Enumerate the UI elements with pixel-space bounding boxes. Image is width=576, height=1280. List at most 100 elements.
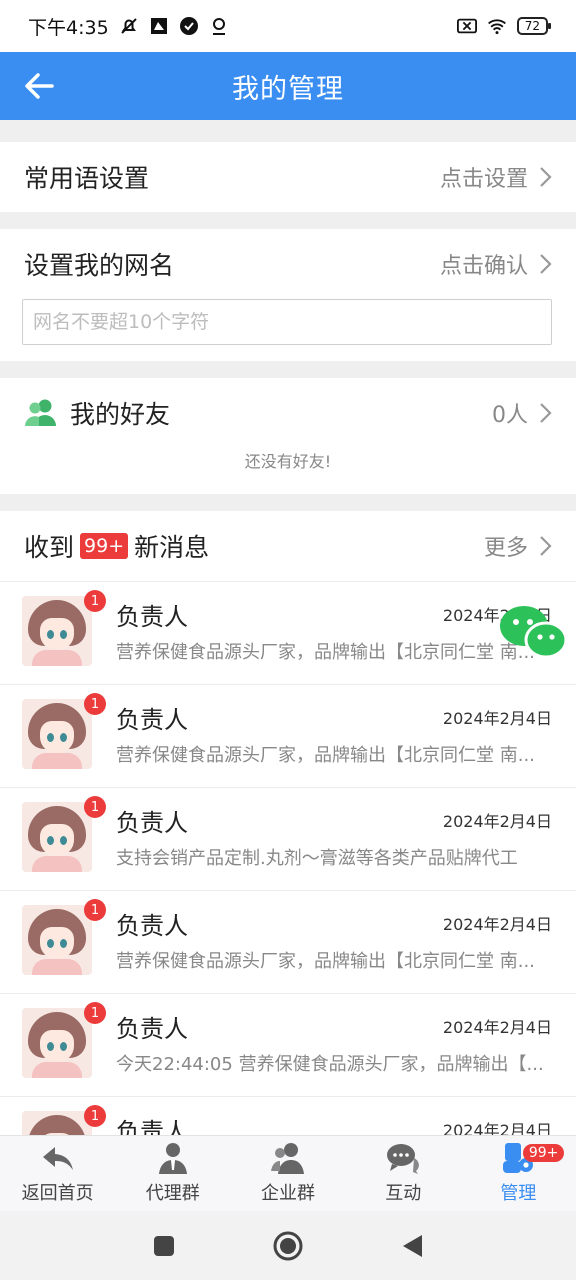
message-date: 2024年2月4日 <box>442 709 552 728</box>
chevron-right-icon <box>540 167 552 187</box>
tab-manage[interactable]: 管理 99+ <box>461 1136 576 1211</box>
message-item[interactable]: 1 负责人 2024年2月4日营养保健食品源头厂家，品牌输出【北京同仁堂 南... <box>0 684 576 787</box>
chevron-right-icon <box>540 536 552 556</box>
group-people-icon <box>271 1143 304 1174</box>
friends-empty-text: 还没有好友! <box>244 452 332 471</box>
mute-bell-icon <box>119 16 139 36</box>
back-arrow-icon[interactable] <box>22 68 58 104</box>
page-title: 我的管理 <box>232 73 344 105</box>
chevron-right-icon <box>540 254 552 274</box>
tab-label: 管理 <box>500 1183 537 1204</box>
unread-dot: 1 <box>84 899 106 921</box>
phrases-action[interactable]: 点击设置 <box>440 161 552 193</box>
message-item[interactable]: 1 负责人 2024年2月4日 <box>0 1096 576 1135</box>
tab-label: 互动 <box>385 1183 422 1204</box>
message-date: 2024年2月4日 <box>442 1121 552 1135</box>
message-snippet: 营养保健食品源头厂家，品牌输出【北京同仁堂 南... <box>116 951 535 972</box>
message-list: 1 负责人 2024年2月4日 营养保健食品源头厂家，品牌输出【北京同仁堂 南... 1… <box>0 581 576 1135</box>
message-snippet: 营养保健食品源头厂家，品牌输出【北京同仁堂 南... <box>116 642 535 663</box>
friends-card: 我的好友 0人 还没有好友! <box>0 378 576 494</box>
nickname-label: 设置我的网名 <box>24 251 175 280</box>
messages-more-text: 更多 <box>483 536 528 561</box>
avatar <box>22 699 92 769</box>
messages-count-badge: 99+ <box>80 533 129 559</box>
message-date: 2024年2月4日 <box>442 915 552 934</box>
messages-more[interactable]: 更多 <box>484 530 552 562</box>
messages-header: 收到 99+ 新消息 更多 <box>0 511 576 581</box>
avatar <box>22 1008 92 1078</box>
unread-dot: 1 <box>84 590 106 612</box>
unread-dot: 1 <box>84 1002 106 1024</box>
messages-prefix: 收到 <box>24 533 75 562</box>
agent-person-icon <box>158 1143 187 1174</box>
message-snippet: 营养保健食品源头厂家，品牌输出【北京同仁堂 南... <box>116 745 535 766</box>
tab-label: 企业群 <box>261 1183 315 1204</box>
message-item[interactable]: 1 负责人 2024年2月4日支持会销产品定制.丸剂～膏滋等各类产品贴牌代工 <box>0 787 576 890</box>
phrases-action-text: 点击设置 <box>439 167 528 192</box>
message-sender: 负责人 <box>116 1117 188 1136</box>
nickname-confirm-text: 点击确认 <box>439 254 528 279</box>
nickname-card: 设置我的网名 点击确认 <box>0 229 576 361</box>
message-content: 负责人 2024年2月4日支持会销产品定制.丸剂～膏滋等各类产品贴牌代工 <box>116 802 552 870</box>
chevron-right-icon <box>540 403 552 423</box>
check-circle-icon <box>179 16 199 36</box>
message-snippet: 支持会销产品定制.丸剂～膏滋等各类产品贴牌代工 <box>116 848 518 869</box>
tab-label: 返回首页 <box>21 1183 94 1204</box>
message-item[interactable]: 1 负责人 2024年2月4日 营养保健食品源头厂家，品牌输出【北京同仁堂 南... <box>0 890 576 993</box>
unread-dot: 1 <box>84 693 106 715</box>
nickname-confirm[interactable]: 点击确认 <box>440 248 552 280</box>
home-circle-icon[interactable] <box>272 1230 304 1262</box>
tab-label: 代理群 <box>145 1183 200 1204</box>
wechat-float-icon[interactable] <box>498 604 568 662</box>
tab-enterprise-group[interactable]: 企业群 <box>230 1136 345 1211</box>
bottom-tab-bar: 返回首页 代理群 企业群 互动 管理 99+ <box>0 1135 576 1211</box>
app-notification-icon <box>149 16 169 36</box>
tab-home[interactable]: 返回首页 <box>0 1136 115 1211</box>
message-content: 负责人 2024年2月4日 营养保健食品源头厂家，品牌输出【北京同仁堂 南... <box>116 905 552 973</box>
manage-badge: 99+ <box>522 1144 565 1162</box>
back-triangle-icon[interactable] <box>400 1233 424 1259</box>
message-content: 负责人 2024年2月4日今天22:44:05 营养保健食品源头厂家，品牌输出【.… <box>116 1008 552 1076</box>
phrases-label: 常用语设置 <box>24 164 150 193</box>
message-date: 2024年2月4日 <box>442 1018 552 1037</box>
friends-label: 我的好友 <box>70 400 171 429</box>
status-time: 下午4:35 <box>28 16 109 39</box>
messages-card: 收到 99+ 新消息 更多 1 负责人 2024年2月4日 营养保健食品源头厂家，品牌… <box>0 511 576 1135</box>
nickname-input[interactable] <box>22 299 552 345</box>
chat-bubbles-icon <box>387 1144 420 1174</box>
location-pin-icon <box>209 16 229 36</box>
message-sender: 负责人 <box>116 602 188 631</box>
tab-interaction[interactable]: 互动 <box>346 1136 461 1211</box>
message-sender: 负责人 <box>116 705 188 734</box>
message-item[interactable]: 1 负责人 2024年2月4日今天22:44:05 营养保健食品源头厂家，品牌输出【… <box>0 993 576 1096</box>
friends-count: 0人 <box>492 403 528 428</box>
friends-count-action[interactable]: 0人 <box>492 397 552 429</box>
reply-arrow-icon <box>42 1147 73 1170</box>
status-bar: 下午4:35 72 <box>0 0 576 52</box>
friends-icon <box>25 399 56 426</box>
phrases-row[interactable]: 常用语设置 点击设置 <box>0 142 576 212</box>
friends-row[interactable]: 我的好友 0人 <box>0 378 576 448</box>
nickname-row: 设置我的网名 点击确认 <box>0 229 576 299</box>
message-item[interactable]: 1 负责人 2024年2月4日 营养保健食品源头厂家，品牌输出【北京同仁堂 南... <box>0 581 576 684</box>
message-content: 负责人 2024年2月4日 <box>116 1111 552 1136</box>
app-bar: 我的管理 <box>0 52 576 120</box>
message-sender: 负责人 <box>116 808 188 837</box>
avatar <box>22 596 92 666</box>
battery-level: 72 <box>516 17 552 35</box>
system-nav-bar <box>0 1211 576 1280</box>
avatar <box>22 905 92 975</box>
message-date: 2024年2月4日 <box>442 812 552 831</box>
unread-dot: 1 <box>84 796 106 818</box>
sim-off-icon <box>456 16 477 36</box>
unread-dot: 1 <box>84 1105 106 1127</box>
messages-suffix: 新消息 <box>134 533 210 562</box>
message-content: 负责人 2024年2月4日营养保健食品源头厂家，品牌输出【北京同仁堂 南... <box>116 699 552 767</box>
message-snippet: 今天22:44:05 营养保健食品源头厂家，品牌输出【... <box>116 1054 544 1075</box>
message-content: 负责人 2024年2月4日 营养保健食品源头厂家，品牌输出【北京同仁堂 南... <box>116 596 552 664</box>
avatar <box>22 802 92 872</box>
recents-square-icon[interactable] <box>152 1234 176 1258</box>
avatar <box>22 1111 92 1135</box>
message-sender: 负责人 <box>116 1014 188 1043</box>
tab-agent-group[interactable]: 代理群 <box>115 1136 230 1211</box>
